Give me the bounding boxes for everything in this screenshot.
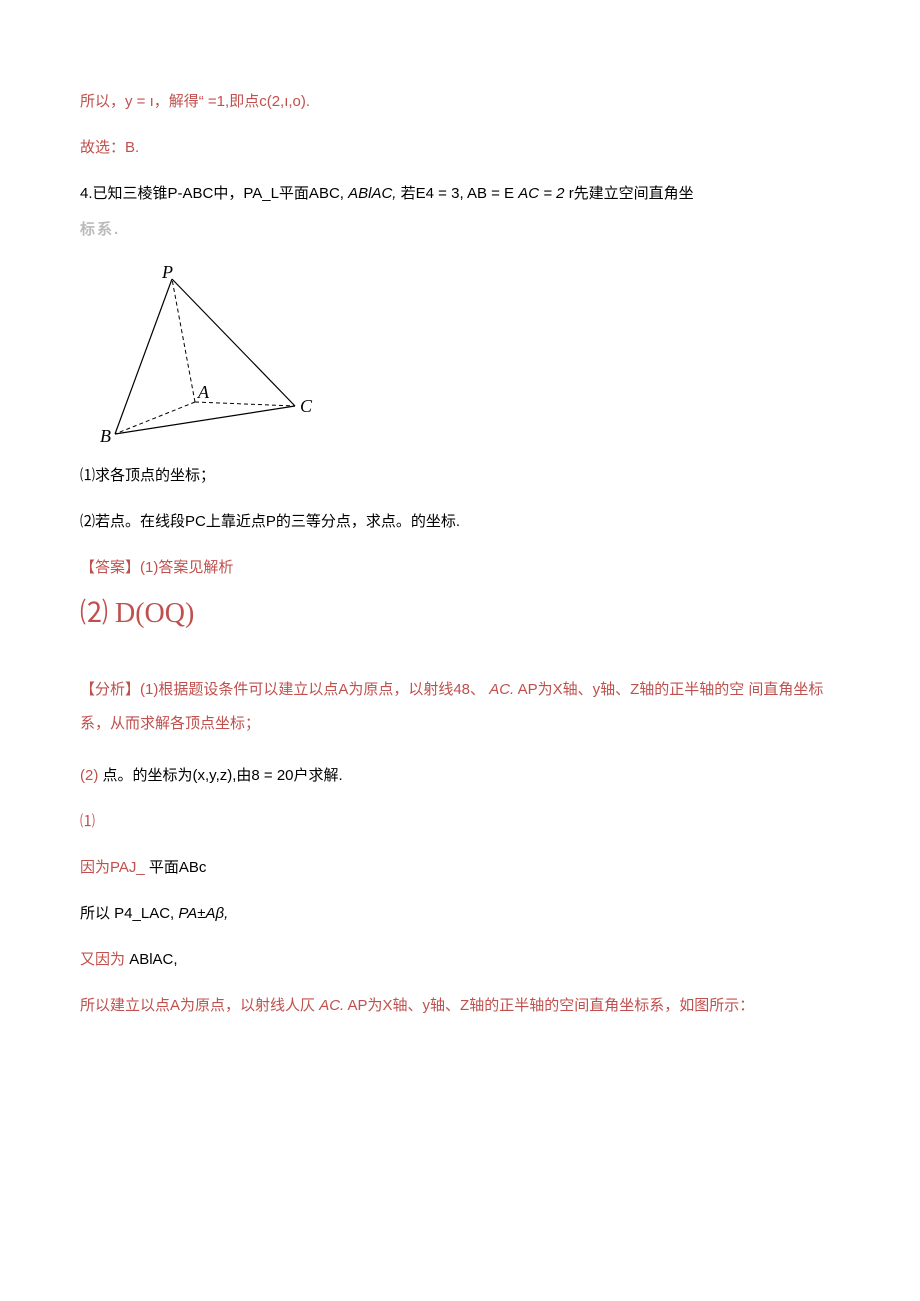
p4-text-b: ABlAC, [348,185,396,202]
answer-2-number: ⑵ [80,598,108,629]
analysis-1: 【分析】(1)根据题设条件可以建立以点A为原点，以射线48、 AC. AP为X轴… [80,673,840,742]
step-5c: AP为X轴、y轴、Z轴的正半轴的空间直角坐标系，如图所示： [348,997,755,1014]
analysis-1a: 【分析】(1)根据题设条件可以建立以点A为原点，以射线48、 [80,681,485,698]
analysis-2b: 点。的坐标为(x,y,z),由8 = 20户求解. [103,767,343,784]
step-5: 所以建立以点A为原点，以射线人仄 AC. AP为X轴、y轴、Z轴的正半轴的空间直… [80,994,840,1018]
answer-2-formula: ⑵ D(OQ) [80,592,840,637]
subquestion-1: ⑴求各顶点的坐标； [80,464,840,488]
vertex-C-label: C [300,396,313,416]
problem-4-stem: 4.已知三棱锥P-ABC中，PA_L平面ABC, ABlAC, 若E4 = 3,… [80,182,840,206]
step-4a: 又因为 [80,951,125,968]
analysis-2: (2) 点。的坐标为(x,y,z),由8 = 20户求解. [80,764,840,788]
answer-choice: 故选：B. [80,136,840,160]
step-3b: P4_LAC, [114,905,178,922]
vertex-B-label: B [100,426,111,444]
analysis-2a: (2) [80,767,98,784]
subquestion-2: ⑵若点。在线段PC上靠近点P的三等分点，求点。的坐标. [80,510,840,534]
step-5b: AC. [319,997,344,1014]
step-3: 所以 P4_LAC, PA±Aβ, [80,902,840,926]
p4-text-d: AC = 2 [518,185,564,202]
p4-text-c: 若E4 = 3, AB = E [401,185,519,202]
answer-2-body: D(OQ) [115,598,194,629]
step-4b: ABlAC, [129,951,177,968]
analysis-1b: AC. [489,681,514,698]
step-2b: 平面ABc [149,859,207,876]
step-1-label: ⑴ [80,810,840,834]
step-2a: 因为PAJ_ [80,859,145,876]
p4-text-e: r先建立空间直角坐 [569,185,694,202]
vertex-P-label: P [161,264,173,282]
solution-line-1: 所以，y = ı，解得“ =1,即点c(2,ı,o). [80,90,840,114]
problem-4-stem-cont: 标系. [80,218,840,242]
step-5a: 所以建立以点A为原点，以射线人仄 [80,997,315,1014]
tetrahedron-diagram: P A B C [80,264,840,444]
step-2: 因为PAJ_ 平面ABc [80,856,840,880]
step-4: 又因为 ABlAC, [80,948,840,972]
step-3a: 所以 [80,905,114,922]
vertex-A-label: A [197,382,210,402]
p4-text-a: 4.已知三棱锥P-ABC中，PA_L平面ABC, [80,185,348,202]
step-3c: PA±Aβ, [178,905,228,922]
answer-label: 【答案】(1)答案见解析 [80,556,840,580]
